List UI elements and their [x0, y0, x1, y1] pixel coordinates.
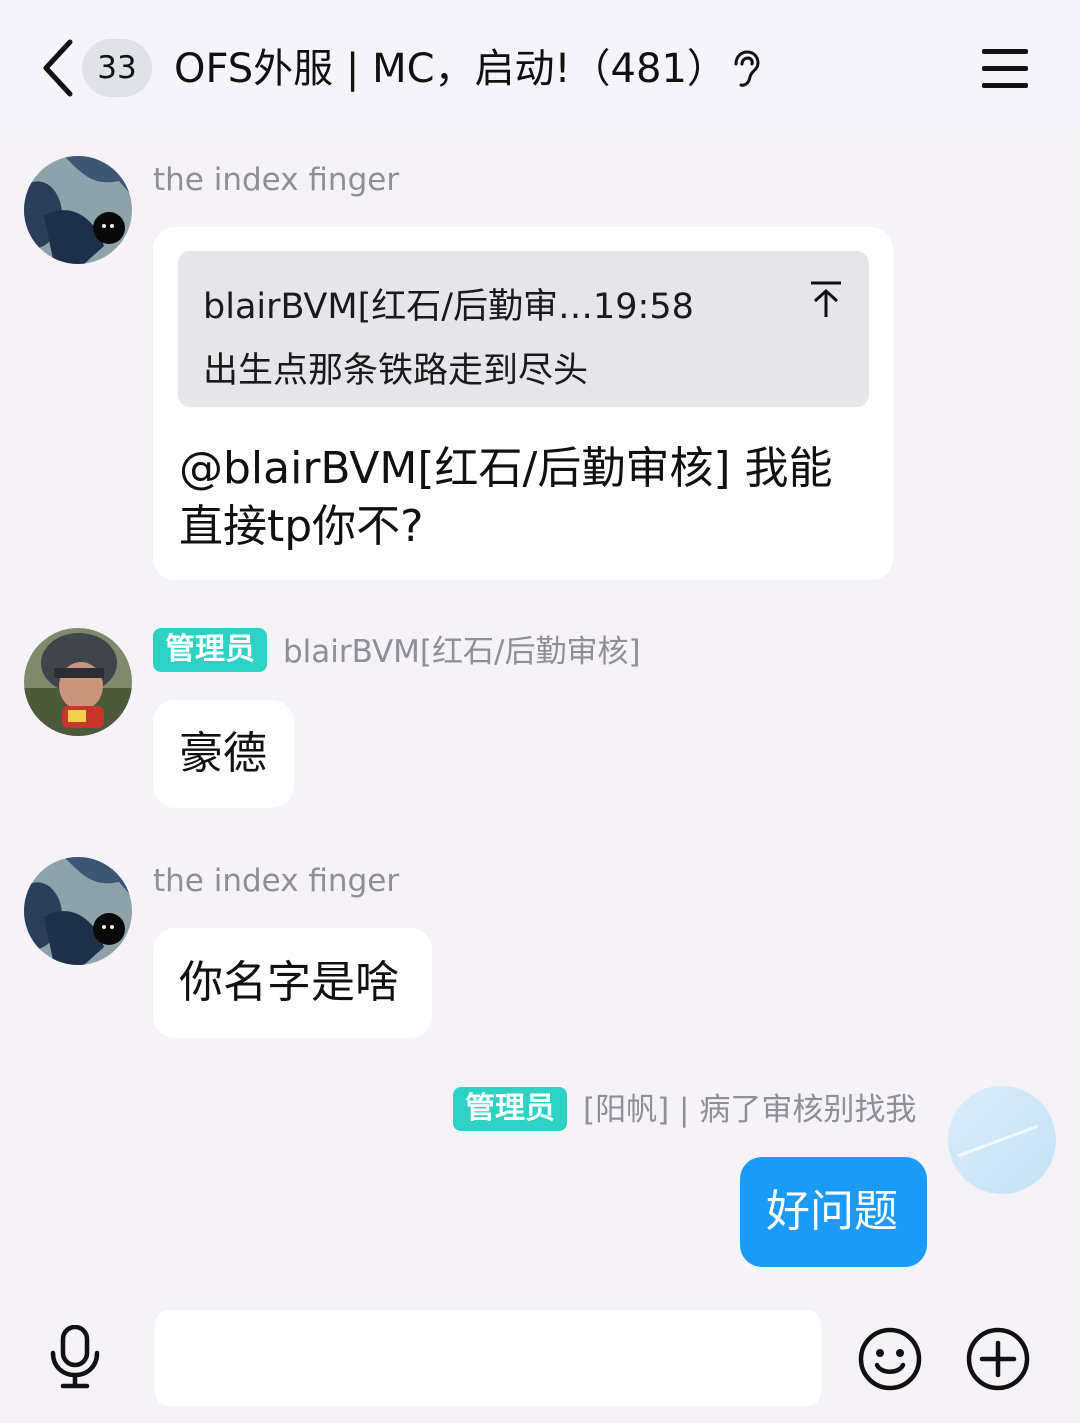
- sender-name[interactable]: the index finger: [153, 160, 399, 200]
- hamburger-menu-icon[interactable]: [982, 47, 1028, 89]
- smiley-icon[interactable]: [858, 1327, 922, 1391]
- avatar[interactable]: [24, 628, 132, 736]
- ear-icon[interactable]: [728, 50, 762, 88]
- message-bubble-own[interactable]: 好问题: [740, 1157, 927, 1267]
- quoted-sender-time: blairBVM[红石/后勤审…19:58: [203, 287, 694, 327]
- message-bubble[interactable]: 豪德: [153, 700, 294, 808]
- quoted-reply[interactable]: blairBVM[红石/后勤审…19:58 出生点那条铁路走到尽头: [178, 251, 869, 407]
- message-input[interactable]: [155, 1310, 821, 1406]
- message-text: 好问题: [766, 1186, 898, 1237]
- sender-name[interactable]: the index finger: [153, 861, 399, 901]
- message-text: 你名字是啥: [179, 957, 399, 1008]
- message-text-line: @blairBVM[红石/后勤审核] 我能: [179, 443, 833, 494]
- quoted-text: 出生点那条铁路走到尽头: [203, 351, 589, 391]
- chat-header: 33 OFS外服 | MC，启动!（481）: [0, 0, 1080, 134]
- avatar[interactable]: [24, 857, 132, 965]
- microphone-icon[interactable]: [48, 1325, 102, 1389]
- sender-name[interactable]: blairBVM[红石/后勤审核]: [283, 632, 641, 672]
- unread-count-badge[interactable]: 33: [82, 39, 152, 97]
- message-bubble[interactable]: 你名字是啥: [153, 928, 432, 1038]
- avatar[interactable]: [948, 1086, 1056, 1194]
- message-bubble[interactable]: blairBVM[红石/后勤审…19:58 出生点那条铁路走到尽头 @blair…: [153, 227, 893, 580]
- sender-name[interactable]: [阳帆] | 病了审核别找我: [583, 1090, 916, 1130]
- jump-to-original-icon[interactable]: [809, 279, 843, 319]
- admin-role-tag: 管理员: [453, 1087, 567, 1131]
- input-bar: [0, 1293, 1080, 1423]
- plus-circle-icon[interactable]: [966, 1327, 1030, 1391]
- group-title[interactable]: OFS外服 | MC，启动!（481）: [174, 36, 727, 102]
- chevron-left-icon[interactable]: [38, 38, 78, 98]
- message-text: 豪德: [179, 728, 267, 779]
- admin-role-tag: 管理员: [153, 628, 267, 672]
- message-text-line: 直接tp你不?: [179, 501, 424, 552]
- avatar[interactable]: [24, 156, 132, 264]
